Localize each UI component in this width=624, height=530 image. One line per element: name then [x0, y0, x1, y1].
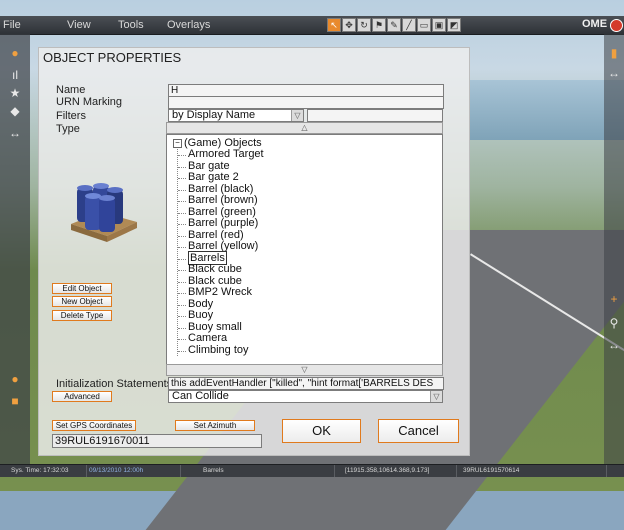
tree-item-label: Black cube [188, 263, 242, 275]
delete-type-button[interactable]: Delete Type [52, 310, 112, 321]
set-azimuth-button[interactable]: Set Azimuth [175, 420, 255, 431]
export-tool-icon[interactable]: ▣ [432, 18, 446, 32]
expand-icon[interactable]: ↔ [8, 126, 22, 140]
chevron-down-icon[interactable]: ▽ [430, 391, 442, 402]
new-object-button[interactable]: New Object [52, 296, 112, 307]
select-tool-icon[interactable]: ↖ [327, 18, 341, 32]
line-tool-icon[interactable]: ╱ [402, 18, 416, 32]
home-icon[interactable]: ● [8, 46, 22, 60]
tree-item-label: Black cube [188, 274, 242, 287]
tree-item-label: Bar gate [188, 159, 230, 172]
tree-item-label: Climbing toy [188, 343, 249, 356]
tree-item-label: Camera [188, 332, 228, 344]
save-icon[interactable]: ■ [8, 394, 22, 408]
dialog-title: OBJECT PROPERTIES [43, 50, 182, 65]
tree-item-label: Buoy [188, 309, 214, 321]
resize-icon[interactable]: ↔ [607, 338, 621, 352]
tree-item-label: Barrel (black) [188, 182, 254, 195]
move-tool-icon[interactable]: ✥ [342, 18, 356, 32]
tree-item-label: Barrel (green) [188, 205, 256, 218]
sea-area [470, 80, 624, 140]
tree-item-label: Bar gate 2 [188, 171, 239, 183]
mission-date: 09/13/2010 12:00h [86, 465, 181, 477]
type-tree: − (Game) Objects Armored Target Bar gate Ba… [173, 137, 264, 356]
selected-object: Barrels [200, 465, 335, 477]
rotate-tool-icon[interactable]: ↻ [357, 18, 371, 32]
collapse-toggle-icon[interactable]: − [173, 139, 182, 148]
star-icon[interactable]: ★ [8, 86, 22, 100]
collapse-icon[interactable]: ↔ [607, 66, 621, 80]
search-icon[interactable]: ⚲ [607, 316, 621, 330]
edit-object-button[interactable]: Edit Object [52, 283, 112, 294]
brush-tool-icon[interactable]: ✎ [387, 18, 401, 32]
settings-tool-icon[interactable]: ◩ [447, 18, 461, 32]
add-icon[interactable]: + [607, 292, 621, 306]
init-statements-input[interactable]: this addEventHandler ["killed", "hint fo… [168, 377, 444, 390]
name-label: Name [56, 84, 86, 96]
list-scroll-down-button[interactable]: ▽ [166, 364, 443, 376]
set-gps-button[interactable]: Set GPS Coordinates [52, 420, 136, 431]
tree-items: Armored Target Bar gate Bar gate 2 Barrel (… [177, 148, 264, 357]
object-properties-dialog: OBJECT PROPERTIES Name H URN Marking Fil… [38, 47, 470, 456]
menu-tools[interactable]: Tools [118, 19, 144, 31]
tree-item-label: Buoy small [188, 320, 242, 333]
app-logo: OME [582, 18, 608, 30]
cursor-coordinates: [11915.358,10614.368,9.173] [342, 465, 457, 477]
right-toolbar: ▮ ↔ + ⚲ ↔ [604, 34, 624, 464]
filter-dropdown[interactable]: by Display Name ▽ [168, 109, 304, 122]
ok-button[interactable]: OK [282, 419, 361, 443]
cancel-button[interactable]: Cancel [378, 419, 459, 443]
system-time: Sys. Time: 17:32:03 [8, 465, 87, 477]
urn-label: URN Marking [56, 96, 123, 108]
gps-coordinates-field: 39RUL6191670011 [52, 434, 262, 448]
status-bar: Sys. Time: 17:32:03 09/13/2010 12:00h Ba… [0, 464, 624, 477]
menubar: File View Tools Overlays ↖ ✥ ↻ ⚑ ✎ ╱ ▭ ▣… [0, 16, 624, 35]
collision-dropdown[interactable]: Can Collide ▽ [168, 390, 443, 403]
waypoint-tool-icon[interactable]: ⚑ [372, 18, 386, 32]
tree-item-label: Body [188, 297, 214, 310]
area-tool-icon[interactable]: ▭ [417, 18, 431, 32]
menu-overlays[interactable]: Overlays [167, 19, 210, 31]
filters-label: Filters [56, 110, 86, 122]
tree-item-label: Barrel (brown) [188, 194, 258, 206]
filter-selected: by Display Name [172, 109, 256, 121]
tree-item-label: Armored Target [188, 148, 264, 160]
type-label: Type [56, 123, 80, 135]
chevron-down-icon[interactable]: ▽ [291, 110, 303, 121]
filter-search-input[interactable] [307, 109, 443, 122]
record-icon[interactable] [610, 19, 623, 32]
tree-item-label: BMP2 Wreck [188, 286, 252, 298]
menu-view[interactable]: View [67, 19, 91, 31]
stats-icon[interactable]: ıl [8, 68, 22, 82]
panel-icon[interactable]: ▮ [607, 46, 621, 60]
urn-input[interactable] [168, 96, 444, 109]
advanced-button[interactable]: Advanced [52, 391, 112, 402]
collision-selected: Can Collide [172, 390, 229, 402]
tree-item-label: Barrel (purple) [188, 217, 259, 229]
tree-item-label: Barrel (red) [188, 228, 244, 241]
left-toolbar: ● ıl ★ ◆ ↔ ● ■ [0, 34, 30, 464]
tree-item[interactable]: Climbing toy [178, 343, 264, 357]
type-tree-list[interactable]: − (Game) Objects Armored Target Bar gate Ba… [166, 134, 443, 365]
grid-reference: 39RUL6191570614 [460, 465, 607, 477]
list-scroll-up-button[interactable]: △ [166, 122, 443, 134]
barrels-preview-image [71, 183, 137, 242]
menu-file[interactable]: File [3, 19, 21, 31]
layers-icon[interactable]: ◆ [8, 104, 22, 118]
lock-icon[interactable]: ● [8, 372, 22, 386]
init-statements-label: Initialization Statements [56, 378, 173, 390]
